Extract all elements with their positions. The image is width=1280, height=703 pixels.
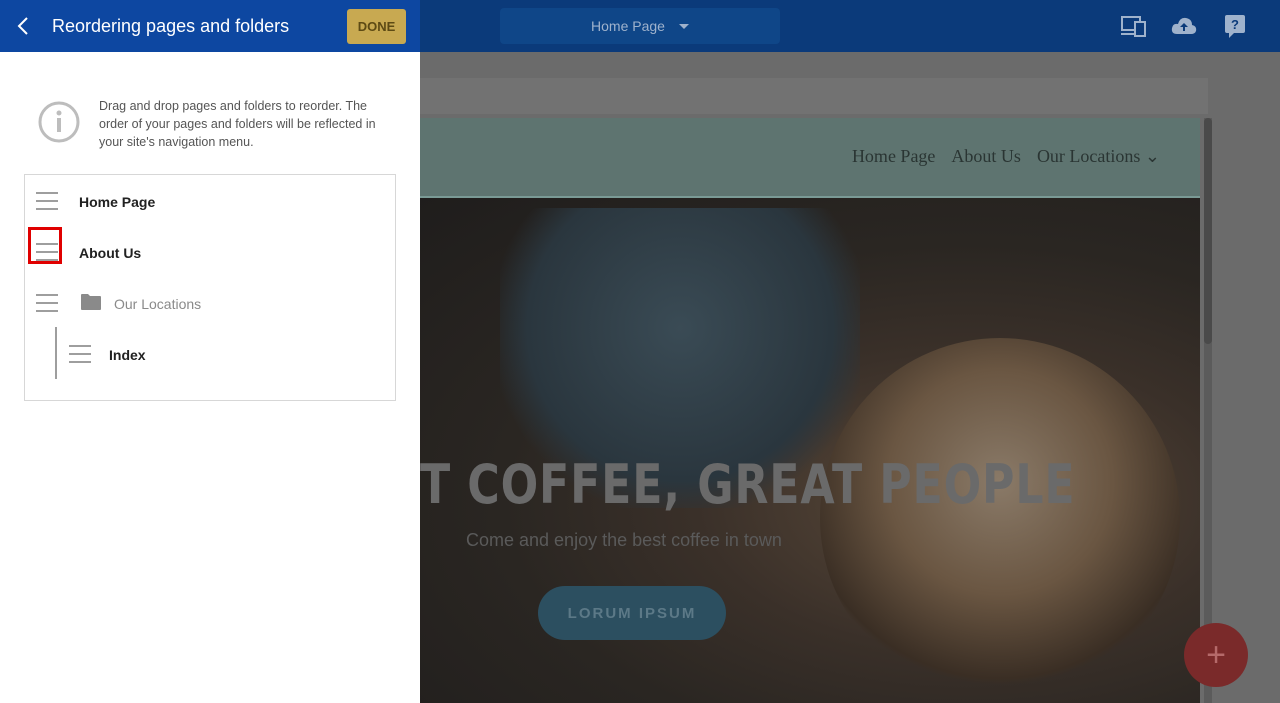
drag-handle-icon[interactable] [69, 345, 91, 363]
site-nav-home: Home Page [851, 146, 936, 166]
svg-text:?: ? [1231, 17, 1239, 32]
page-selector-dropdown[interactable]: Home Page [500, 8, 780, 44]
list-item-index[interactable]: Index [25, 334, 395, 374]
list-item-about-us[interactable]: About Us [25, 227, 395, 272]
list-item-label: About Us [79, 245, 142, 261]
hero-background-coffee [820, 338, 1180, 698]
drag-handle-icon[interactable] [36, 192, 58, 210]
chevron-down-icon [678, 23, 689, 29]
site-nav: Home Page About Us Our Locations ⌄ [852, 146, 1160, 167]
panel-header: Reordering pages and folders DONE [0, 0, 420, 52]
reorder-panel: Reordering pages and folders DONE Drag a… [0, 0, 420, 703]
drag-handle-icon[interactable] [36, 294, 58, 312]
add-fab-button: + [1184, 623, 1248, 687]
list-item-label: Index [109, 347, 146, 363]
drag-handle-icon[interactable] [36, 243, 58, 261]
preview-top-strip [420, 78, 1208, 114]
info-icon [38, 101, 80, 143]
info-text: Drag and drop pages and folders to reord… [99, 99, 376, 149]
back-arrow-icon[interactable] [12, 14, 36, 38]
site-nav-locations: Our Locations ⌄ [1036, 146, 1160, 166]
done-button[interactable]: DONE [347, 9, 406, 44]
help-icon[interactable]: ? [1223, 14, 1249, 38]
hero-section: T COFFEE, GREAT PEOPLE Come and enjoy th… [420, 198, 1200, 703]
site-header: Home Page About Us Our Locations ⌄ [420, 118, 1200, 198]
list-item-label: Home Page [79, 194, 156, 210]
folder-icon [81, 294, 101, 310]
hero-subtitle: Come and enjoy the best coffee in town [466, 530, 782, 550]
page-order-list: Home Page About Us Our Locations Index [24, 174, 396, 401]
list-item-label: Our Locations [114, 296, 202, 312]
panel-title: Reordering pages and folders [52, 16, 290, 36]
page-selector-label: Home Page [591, 18, 665, 34]
preview-scrollbar-thumb [1204, 118, 1212, 344]
cloud-upload-icon[interactable] [1171, 14, 1197, 38]
hero-title: T COFFEE, GREAT PEOPLE [420, 453, 1076, 516]
list-item-home-page[interactable]: Home Page [25, 181, 395, 221]
list-item-our-locations-folder[interactable]: Our Locations [25, 283, 395, 323]
site-nav-about: About Us [951, 146, 1021, 166]
editor-canvas: Home Page About Us Our Locations ⌄ T COF… [420, 52, 1280, 703]
hero-button: LORUM IPSUM [538, 586, 726, 640]
devices-icon[interactable] [1121, 14, 1147, 38]
